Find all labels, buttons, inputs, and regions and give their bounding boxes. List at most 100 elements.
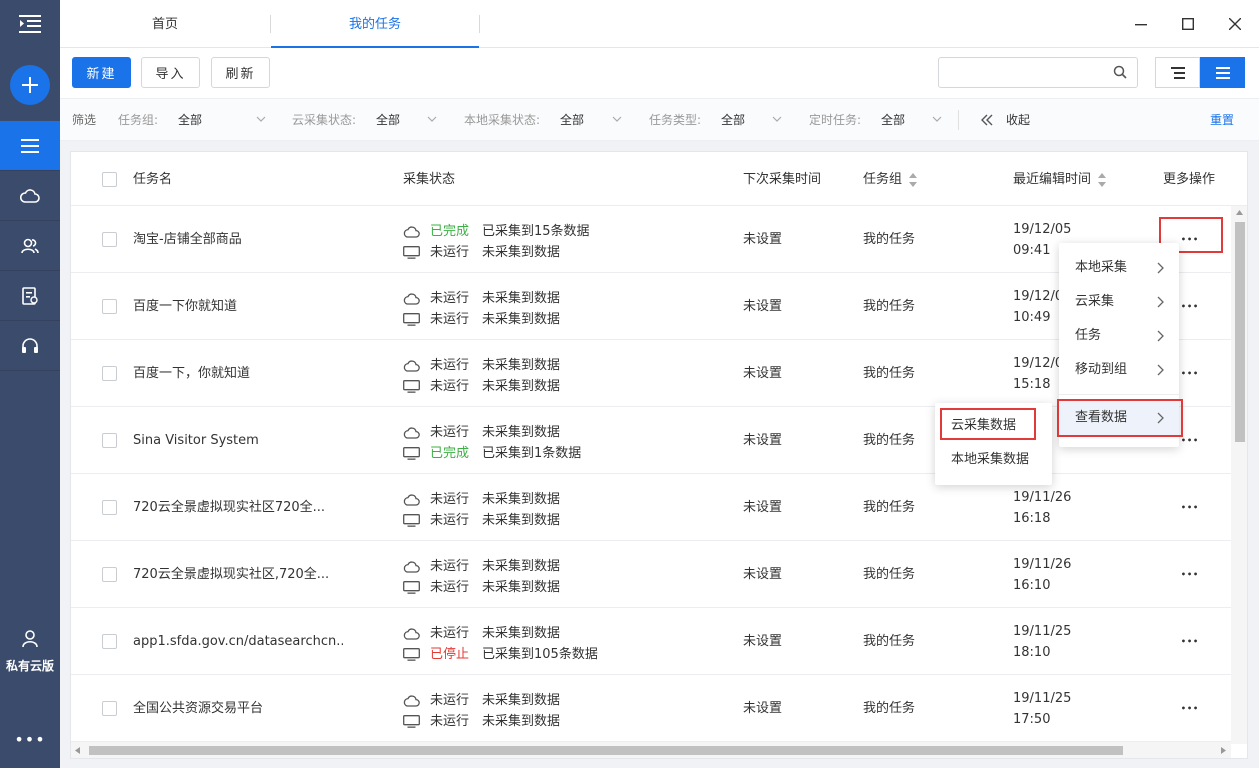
minimize-icon[interactable] — [1131, 14, 1151, 34]
cloud-state: 未运行 — [430, 291, 470, 306]
table-row[interactable]: 720云全景虚拟现实社区720全... 未运行 未采集到数据 未运行 未采集到数据 未设置… — [71, 474, 1231, 541]
user-profile[interactable]: 私有云版 — [0, 630, 60, 674]
maximize-icon[interactable] — [1178, 14, 1198, 34]
menu-item-move-to-group[interactable]: 移动到组 — [1059, 353, 1179, 387]
next-collect-time: 未设置 — [743, 232, 783, 247]
cloud-icon — [403, 493, 420, 506]
select-all-checkbox[interactable] — [102, 172, 117, 187]
users-icon — [21, 238, 39, 253]
task-group: 我的任务 — [863, 232, 916, 247]
filter-local-status-select[interactable]: 全部 — [560, 99, 584, 141]
tree-view-button[interactable] — [1155, 57, 1200, 88]
table-row[interactable]: 淘宝-店铺全部商品 已完成 已采集到15条数据 未运行 未采集到数据 未设置 我的任务 19/… — [71, 206, 1231, 273]
column-group[interactable]: 任务组 — [863, 152, 918, 207]
submenu-item-local-data[interactable]: 本地采集数据 — [935, 443, 1052, 477]
vertical-scroll-thumb[interactable] — [1235, 222, 1245, 442]
vertical-scrollbar[interactable] — [1231, 206, 1247, 744]
import-button[interactable]: 导入 — [141, 57, 200, 88]
more-actions-button[interactable]: ••• — [1171, 630, 1209, 652]
list-view-button[interactable] — [1200, 57, 1245, 88]
filter-cloud-status-label: 云采集状态: — [292, 113, 357, 127]
more-actions-button[interactable]: ••• — [1171, 563, 1209, 585]
row-checkbox[interactable] — [102, 433, 117, 448]
chevron-down-icon[interactable] — [256, 114, 266, 124]
tab-home[interactable]: 首页 — [60, 0, 270, 48]
menu-item-local-collect[interactable]: 本地采集 — [1059, 251, 1179, 285]
chevron-down-icon[interactable] — [932, 114, 942, 124]
column-status: 采集状态 — [403, 172, 456, 187]
next-collect-time: 未设置 — [743, 634, 783, 649]
sidebar-more-icon[interactable]: ••• — [0, 730, 60, 749]
filter-cloud-status-select[interactable]: 全部 — [376, 99, 400, 141]
table-row[interactable]: app1.sfda.gov.cn/datasearchcn... 未运行 未采集到数… — [71, 608, 1231, 675]
menu-divider — [1059, 394, 1179, 395]
local-state: 未运行 — [430, 379, 470, 394]
sort-icon[interactable] — [1097, 172, 1107, 188]
refresh-button[interactable]: 刷新 — [211, 57, 270, 88]
reset-filters-button[interactable]: 重置 — [1210, 99, 1234, 141]
add-task-button[interactable] — [10, 65, 50, 105]
more-actions-button[interactable]: ••• — [1171, 496, 1209, 518]
task-name[interactable]: 全国公共资源交易平台 — [133, 675, 343, 742]
menu-item-task[interactable]: 任务 — [1059, 319, 1179, 353]
task-name[interactable]: 淘宝-店铺全部商品 — [133, 206, 343, 273]
chevron-down-icon[interactable] — [612, 114, 622, 124]
sidebar-item-tasks[interactable] — [0, 121, 60, 171]
table-row[interactable]: 百度一下你就知道 未运行 未采集到数据 未运行 未采集到数据 未设置 我的任务 19/12/0… — [71, 273, 1231, 340]
table-row[interactable]: 720云全景虚拟现实社区,720全... 未运行 未采集到数据 未运行 未采集到数据 未设… — [71, 541, 1231, 608]
task-name[interactable]: Sina Visitor System — [133, 407, 343, 474]
local-message: 未采集到数据 — [482, 714, 561, 729]
collect-status: 未运行 未采集到数据 已完成 已采集到1条数据 — [403, 422, 723, 464]
table-row[interactable]: 全国公共资源交易平台 未运行 未采集到数据 未运行 未采集到数据 未设置 我的任务 19/11… — [71, 675, 1231, 742]
cloud-message: 未采集到数据 — [482, 626, 561, 641]
last-edited-time: 19/11/25 17:50 — [1013, 688, 1133, 730]
table-row[interactable]: 百度一下，你就知道 未运行 未采集到数据 未运行 未采集到数据 未设置 我的任务 19/12/… — [71, 340, 1231, 407]
row-checkbox[interactable] — [102, 299, 117, 314]
row-checkbox[interactable] — [102, 701, 117, 716]
scroll-left-icon[interactable] — [75, 747, 80, 754]
sidebar-item-cloud[interactable] — [0, 171, 60, 221]
scroll-right-icon[interactable] — [1221, 747, 1226, 754]
collapse-filters-button[interactable]: 收起 — [1006, 99, 1030, 141]
menu-item-label: 云采集 — [1075, 294, 1115, 309]
more-actions-button[interactable]: ••• — [1171, 697, 1209, 719]
filter-task-group-select[interactable]: 全部 — [178, 99, 202, 141]
row-checkbox[interactable] — [102, 500, 117, 515]
horizontal-scroll-thumb[interactable] — [89, 746, 1123, 755]
column-edited[interactable]: 最近编辑时间 — [1013, 152, 1107, 207]
new-button[interactable]: 新建 — [72, 57, 131, 88]
scroll-up-icon[interactable] — [1236, 210, 1243, 215]
row-checkbox[interactable] — [102, 567, 117, 582]
task-name[interactable]: 百度一下你就知道 — [133, 273, 343, 340]
horizontal-scrollbar[interactable] — [71, 742, 1231, 758]
close-icon[interactable] — [1225, 14, 1245, 34]
chevron-down-icon[interactable] — [772, 114, 782, 124]
local-message: 未采集到数据 — [482, 513, 561, 528]
row-checkbox[interactable] — [102, 366, 117, 381]
sidebar-item-users[interactable] — [0, 221, 60, 271]
task-name[interactable]: 720云全景虚拟现实社区,720全... — [133, 541, 343, 608]
table-header: 任务名 采集状态 下次采集时间 任务组 最近编辑时间 更多操作 — [71, 152, 1247, 207]
menu-toggle-icon[interactable] — [0, 0, 60, 48]
next-collect-time: 未设置 — [743, 366, 783, 381]
search-input[interactable] — [938, 57, 1138, 88]
tab-my-tasks[interactable]: 我的任务 — [271, 0, 479, 48]
task-name[interactable]: 720云全景虚拟现实社区720全... — [133, 474, 343, 541]
row-checkbox[interactable] — [102, 232, 117, 247]
filter-scheduled-select[interactable]: 全部 — [881, 99, 905, 141]
menu-item-cloud-collect[interactable]: 云采集 — [1059, 285, 1179, 319]
chevron-down-icon[interactable] — [427, 114, 437, 124]
cloud-status: 未运行 未采集到数据 — [403, 623, 723, 644]
sort-icon[interactable] — [908, 172, 918, 188]
sidebar-item-support[interactable] — [0, 321, 60, 371]
double-chevron-left-icon[interactable] — [980, 113, 994, 127]
task-name[interactable]: app1.sfda.gov.cn/datasearchcn... — [133, 608, 343, 675]
local-state: 未运行 — [430, 312, 470, 327]
task-name[interactable]: 百度一下，你就知道 — [133, 340, 343, 407]
sidebar-item-templates[interactable] — [0, 271, 60, 321]
edited-date: 19/11/25 — [1013, 624, 1072, 639]
search-icon[interactable] — [1113, 65, 1127, 79]
column-next-time: 下次采集时间 — [743, 172, 822, 187]
row-checkbox[interactable] — [102, 634, 117, 649]
filter-task-type-select[interactable]: 全部 — [721, 99, 745, 141]
